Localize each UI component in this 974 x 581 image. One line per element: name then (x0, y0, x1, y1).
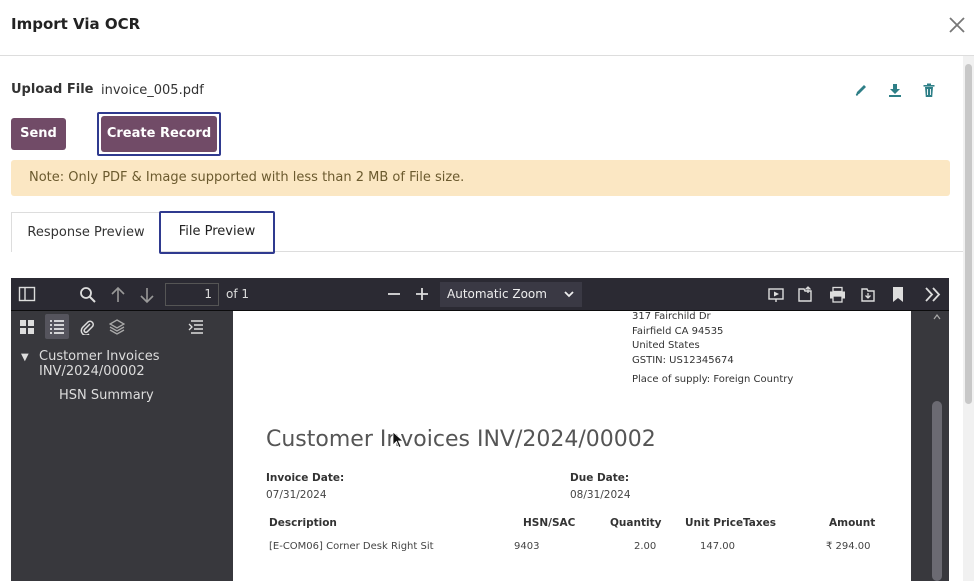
pdf-page-area: 317 Fairchild Dr Fairfield CA 94535 Unit… (221, 311, 949, 581)
page-number-input[interactable]: 1 (165, 283, 219, 306)
address-line: 317 Fairchild Dr (632, 311, 711, 322)
pdf-page: 317 Fairchild Dr Fairfield CA 94535 Unit… (233, 311, 911, 581)
due-date-value: 08/31/2024 (570, 489, 631, 501)
invoice-date-value: 07/31/2024 (266, 489, 327, 501)
col-unit-price: Unit Price (685, 517, 744, 529)
dialog-title: Import Via OCR (11, 15, 141, 33)
layers-icon[interactable] (109, 319, 125, 335)
zoom-out-icon[interactable] (386, 286, 402, 302)
pencil-icon[interactable] (854, 82, 868, 98)
trash-icon[interactable] (922, 82, 936, 98)
dialog-scrollbar[interactable] (963, 56, 974, 581)
due-date-label: Due Date: (570, 472, 630, 484)
print-icon[interactable] (829, 286, 846, 303)
chevron-down-icon (564, 291, 574, 298)
search-icon[interactable] (79, 286, 97, 304)
preview-tabs: Response Preview File Preview (11, 212, 974, 252)
file-size-note: Note: Only PDF & Image supported with le… (11, 160, 950, 196)
invoice-date-label: Invoice Date: (266, 472, 345, 484)
col-hsn: HSN/SAC (523, 517, 576, 529)
address-line: United States (632, 340, 700, 351)
more-tools-icon[interactable] (924, 286, 942, 303)
invoice-title: Customer Invoices INV/2024/00002 (266, 427, 656, 452)
col-taxes: Taxes (743, 517, 777, 529)
import-ocr-dialog: Import Via OCR Upload File invoice_005.p… (0, 0, 974, 581)
address-line: Fairfield CA 94535 (632, 326, 724, 337)
presentation-mode-icon[interactable] (768, 286, 784, 303)
col-quantity: Quantity (610, 517, 662, 529)
tab-response-preview[interactable]: Response Preview (11, 212, 161, 252)
outline-item[interactable]: HSN Summary (59, 388, 154, 403)
zoom-select-value: Automatic Zoom (447, 287, 547, 301)
arrow-down-icon[interactable] (139, 286, 155, 304)
sidebar-tools (11, 311, 221, 343)
pdf-toolbar: 1 of 1 Automatic Zoom (11, 278, 949, 311)
sidebar-toggle-icon[interactable] (18, 286, 36, 302)
row-hsn: 9403 (514, 541, 540, 552)
close-icon[interactable] (946, 14, 968, 36)
dialog-scroll-thumb[interactable] (965, 64, 972, 404)
col-description: Description (269, 517, 337, 529)
pdf-viewer: 1 of 1 Automatic Zoom ▼ Customer Invoice… (11, 278, 949, 581)
page-count: of 1 (226, 287, 250, 301)
file-actions (854, 82, 944, 102)
zoom-select[interactable]: Automatic Zoom (440, 282, 582, 307)
bookmark-icon[interactable] (892, 286, 904, 303)
upload-file-label: Upload File (11, 82, 94, 97)
place-of-supply: Place of supply: Foreign Country (632, 374, 794, 385)
dialog-header: Import Via OCR (0, 0, 974, 56)
outline-expand-icon[interactable]: ▼ (21, 352, 29, 363)
col-amount: Amount (829, 517, 876, 529)
download-icon[interactable] (888, 82, 902, 98)
arrow-up-icon[interactable] (110, 286, 126, 304)
thumbnails-icon[interactable] (19, 319, 35, 335)
send-button[interactable]: Send (11, 118, 66, 150)
row-amount: ₹ 294.00 (826, 541, 871, 552)
row-quantity: 2.00 (634, 541, 657, 552)
pdf-sidebar: ▼ Customer Invoices INV/2024/00002 HSN S… (11, 311, 221, 581)
pdf-scrollbar[interactable] (922, 311, 949, 581)
save-icon[interactable] (860, 286, 876, 303)
mouse-cursor-icon (392, 431, 404, 449)
gstin: GSTIN: US12345674 (632, 355, 734, 366)
current-outline-item-icon[interactable] (188, 319, 204, 335)
outline-item[interactable]: Customer Invoices INV/2024/00002 (39, 349, 164, 379)
zoom-in-icon[interactable] (414, 286, 430, 302)
create-record-button[interactable]: Create Record (101, 116, 217, 152)
pdf-scroll-thumb[interactable] (932, 401, 942, 581)
row-unit-price: 147.00 (700, 541, 735, 552)
outline-icon[interactable] (49, 319, 65, 335)
attachments-icon[interactable] (79, 319, 95, 335)
uploaded-file-name[interactable]: invoice_005.pdf (101, 83, 204, 98)
scroll-up-icon[interactable] (933, 314, 941, 320)
open-file-icon[interactable] (797, 286, 813, 303)
row-description: [E-COM06] Corner Desk Right Sit (269, 541, 434, 552)
file-preview-focus-ring (159, 211, 275, 254)
